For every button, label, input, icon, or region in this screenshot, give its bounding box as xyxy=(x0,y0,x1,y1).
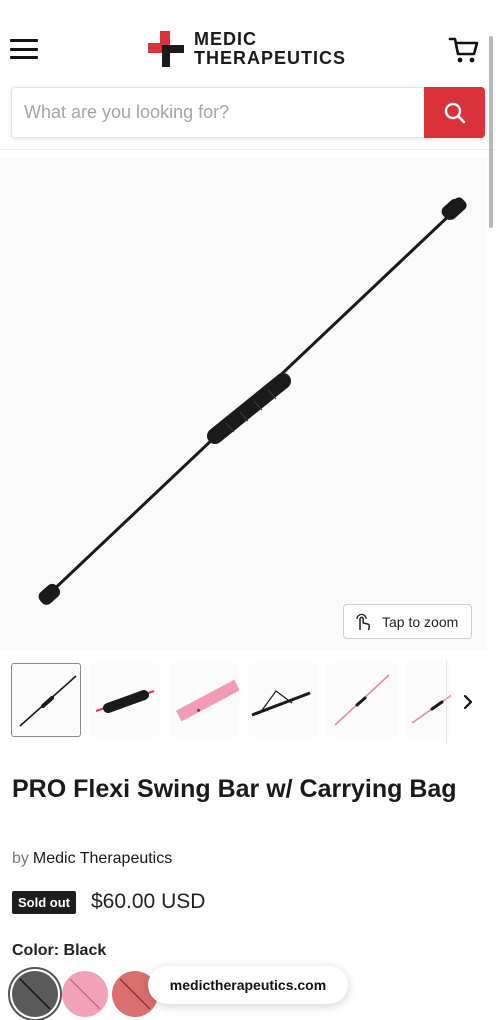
vendor-link[interactable]: Medic Therapeutics xyxy=(33,850,172,867)
product-price: $60.00 USD xyxy=(91,890,206,913)
hamburger-menu-icon[interactable] xyxy=(10,36,38,62)
color-swatch-pink[interactable] xyxy=(62,971,108,1017)
thumbnail-bar-pink-branded[interactable]: ✚ xyxy=(169,663,239,737)
page-scrollbar[interactable] xyxy=(489,36,493,228)
vendor-prefix: by xyxy=(12,850,29,867)
thumbnail-grip-closeup[interactable] xyxy=(90,663,160,737)
sold-out-badge: Sold out xyxy=(12,890,76,914)
medical-cross-logo-icon xyxy=(148,31,184,67)
browser-url-pill[interactable]: medictherapeutics.com xyxy=(148,966,348,1004)
search-button[interactable] xyxy=(424,87,485,138)
product-title: PRO Flexi Swing Bar w/ Carrying Bag xyxy=(12,775,457,803)
logo-text-line1: MEDIC xyxy=(194,29,257,49)
tap-hand-icon xyxy=(356,613,371,630)
color-option-label: Color: Black xyxy=(12,942,107,959)
tap-to-zoom-button[interactable]: Tap to zoom xyxy=(343,604,472,639)
color-swatch-black[interactable] xyxy=(8,967,62,1020)
tap-to-zoom-label: Tap to zoom xyxy=(382,613,459,630)
thumbnail-bar-flexed[interactable] xyxy=(248,663,318,737)
search-bar xyxy=(11,87,485,138)
site-header: MEDIC THERAPEUTICS xyxy=(0,0,496,150)
product-main-image[interactable] xyxy=(0,158,486,650)
logo-text-line2: THERAPEUTICS xyxy=(194,48,347,68)
thumbnail-bar-pink-alt[interactable] xyxy=(406,663,451,737)
search-icon xyxy=(444,102,465,123)
search-input[interactable] xyxy=(11,87,424,138)
thumbnail-bar-pink[interactable] xyxy=(327,663,397,737)
cart-icon[interactable] xyxy=(448,34,480,66)
product-vendor: by Medic Therapeutics xyxy=(12,850,172,868)
price-row: Sold out $60.00 USD xyxy=(12,890,205,914)
chevron-right-icon[interactable] xyxy=(458,690,478,714)
site-logo[interactable]: MEDIC THERAPEUTICS xyxy=(148,30,346,68)
thumbnail-strip: ✚ xyxy=(11,663,451,739)
thumbnail-divider xyxy=(446,660,447,744)
thumbnail-bar-black[interactable] xyxy=(11,663,81,737)
